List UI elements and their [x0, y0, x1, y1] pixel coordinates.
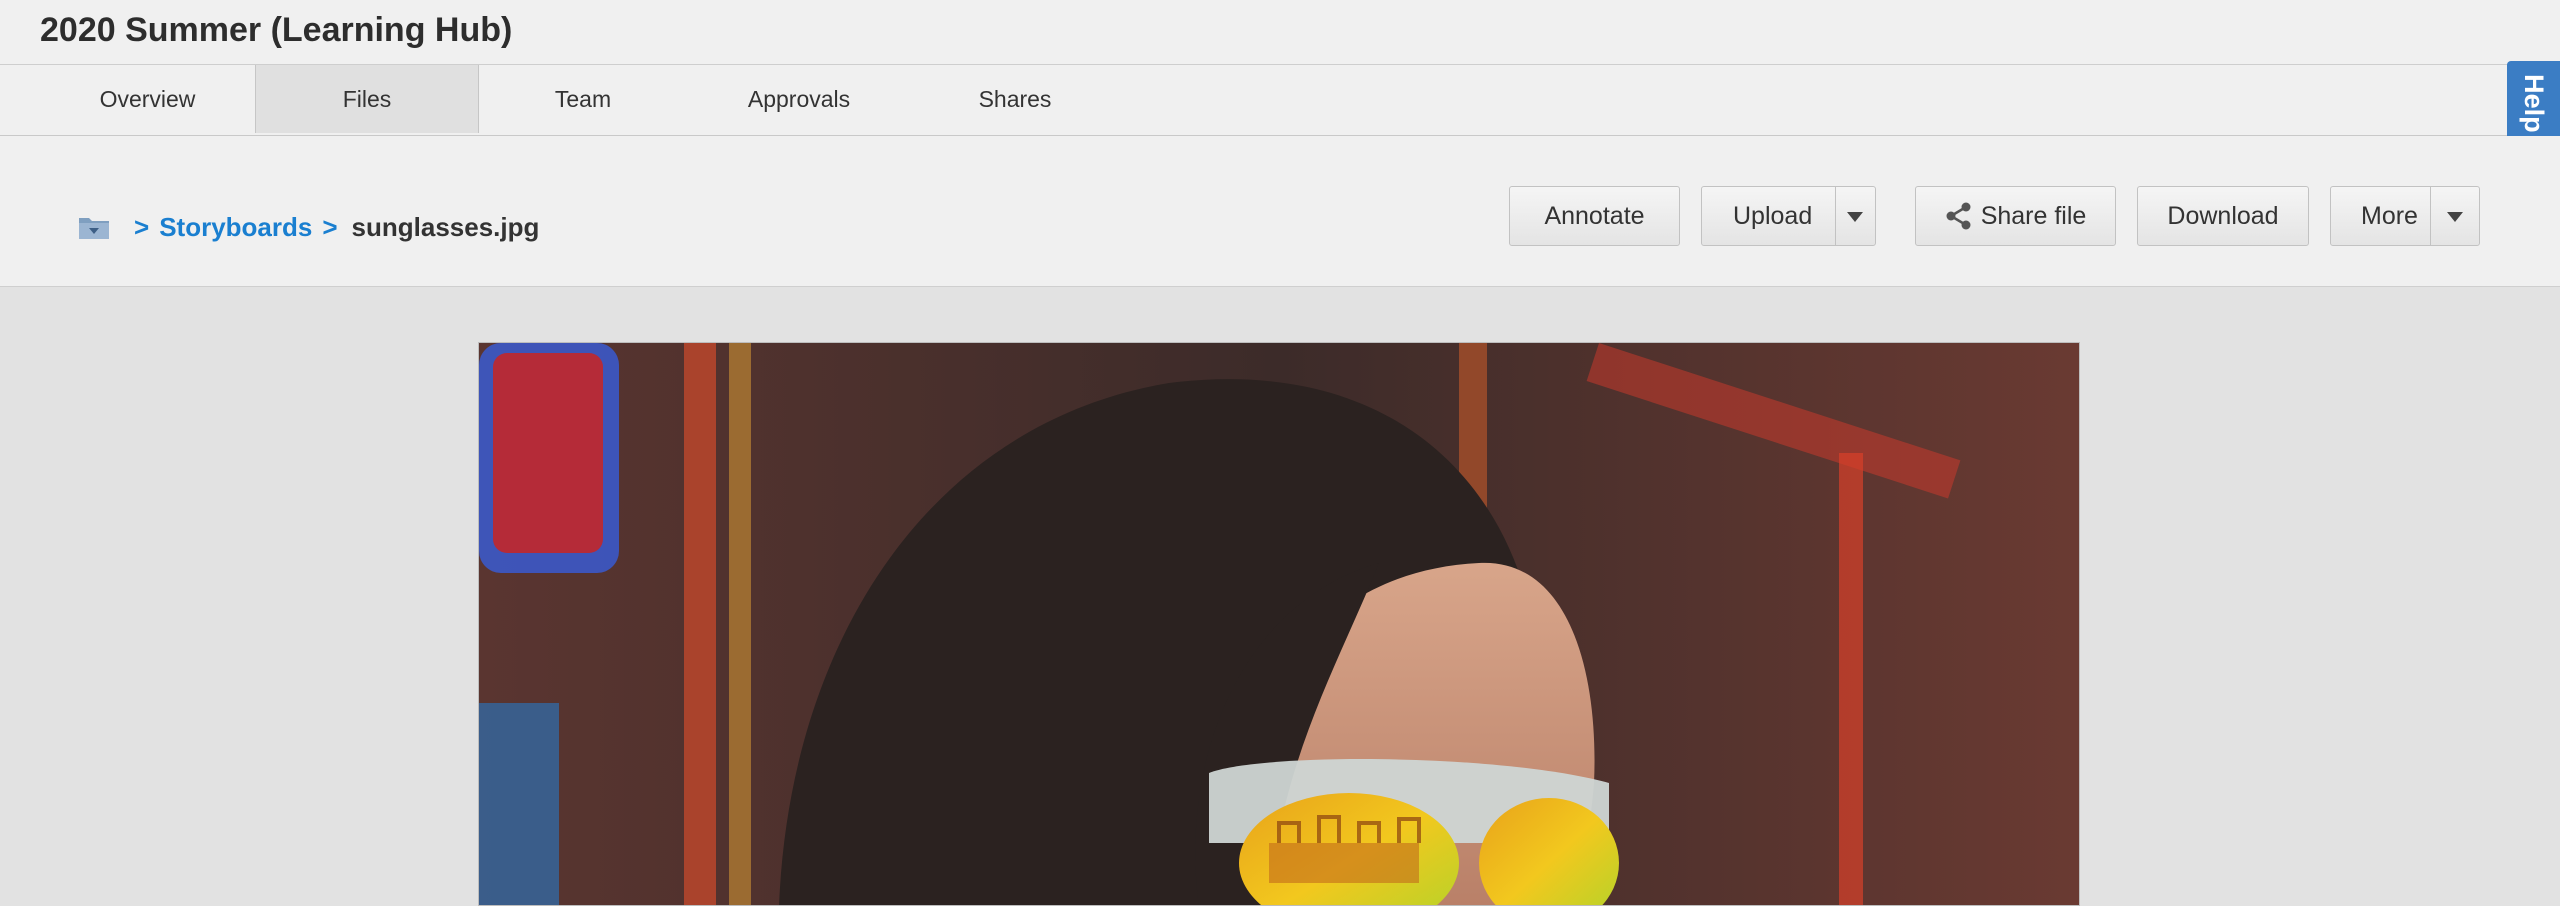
tab-shares[interactable]: Shares [909, 65, 1121, 133]
folder-icon[interactable] [78, 214, 110, 240]
breadcrumb-separator: > [134, 211, 150, 242]
tab-overview[interactable]: Overview [40, 65, 255, 133]
more-button[interactable]: More [2330, 186, 2480, 246]
file-toolbar: > Storyboards > sunglasses.jpg Annotate … [0, 136, 2560, 287]
chevron-down-icon[interactable] [1847, 212, 1863, 222]
tab-approvals[interactable]: Approvals [689, 65, 909, 133]
more-label: More [2361, 201, 2418, 230]
download-label: Download [2167, 201, 2279, 230]
share-icon [1946, 202, 1971, 230]
share-file-button[interactable]: Share file [1915, 186, 2116, 246]
tab-team[interactable]: Team [477, 65, 689, 133]
upload-button[interactable]: Upload [1701, 186, 1876, 246]
tab-files[interactable]: Files [255, 65, 479, 133]
file-preview-image [478, 342, 2080, 906]
page-title: 2020 Summer (Learning Hub) [40, 11, 513, 49]
upload-label: Upload [1733, 201, 1813, 230]
preview-photo [479, 343, 2079, 905]
breadcrumb-separator: > [322, 211, 338, 242]
breadcrumb-current-file: sunglasses.jpg [351, 211, 540, 242]
breadcrumb: > Storyboards > sunglasses.jpg [78, 206, 539, 248]
chevron-down-icon[interactable] [2447, 212, 2463, 222]
tab-bar: Overview Files Team Approvals Shares [0, 65, 2560, 136]
download-button[interactable]: Download [2137, 186, 2309, 246]
breadcrumb-folder-link[interactable]: Storyboards [159, 212, 312, 243]
title-bar: 2020 Summer (Learning Hub) [0, 0, 2560, 65]
annotate-label: Annotate [1544, 201, 1645, 230]
share-file-label: Share file [1980, 201, 2087, 230]
annotate-button[interactable]: Annotate [1509, 186, 1680, 246]
